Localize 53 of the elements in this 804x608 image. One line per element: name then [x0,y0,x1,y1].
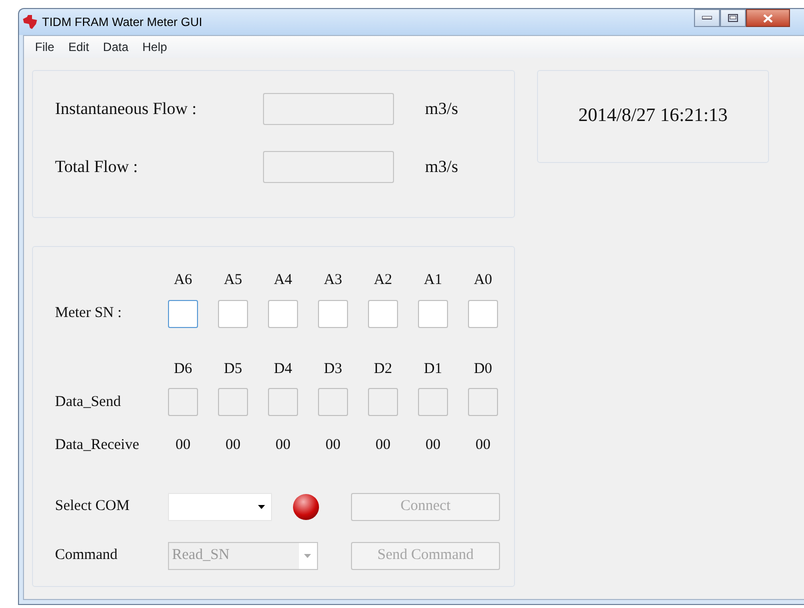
sn-input-field[interactable] [218,300,248,328]
received-value: 00 [174,436,192,455]
close-button[interactable] [746,9,790,27]
column-heading: A0 [472,271,494,290]
unit-label: m3/s [425,156,458,178]
unit-label: m3/s [425,98,458,120]
sn-input-field[interactable] [268,300,298,328]
window-title: TIDM FRAM Water Meter GUI [42,14,202,31]
row-label: Data_Receive [55,436,140,455]
row-label: Select COM [55,497,131,516]
close-icon [763,14,773,22]
sn-input-field[interactable] [418,300,448,328]
received-value: 00 [474,436,492,455]
column-heading: D4 [272,360,294,378]
sn-input-field[interactable] [368,300,398,328]
column-heading: A4 [272,271,294,290]
received-value: 00 [274,436,292,455]
maximize-button[interactable] [720,9,746,27]
column-heading: A5 [222,271,244,290]
row-label: Meter SN : [55,304,123,324]
row-label: Data_Send [55,392,122,412]
maximize-icon [728,14,738,22]
sn-input-field[interactable] [318,300,348,328]
row-label: Command [55,546,118,566]
minimize-button[interactable] [694,9,720,27]
menu-item[interactable]: File [28,38,62,56]
column-heading: D1 [422,360,444,378]
column-heading: D0 [472,360,494,378]
com-dropdown[interactable] [168,492,272,520]
column-heading: A3 [322,271,344,290]
app-logo-icon [22,15,38,29]
received-value: 00 [324,436,342,455]
received-value: 00 [424,436,442,455]
sn-input-field[interactable] [168,300,198,328]
sn-input-field[interactable] [468,300,498,328]
column-heading: A1 [422,271,444,290]
menu-item[interactable]: Edit [61,38,96,56]
received-value: 00 [374,436,392,455]
column-heading: A2 [372,271,394,290]
caret-icon [258,504,265,508]
caret-icon [304,554,311,558]
menu-item[interactable]: Data [96,38,136,56]
datetime-text: 2014/8/27 16:21:13 [578,104,728,128]
field-label: Total Flow : [55,156,139,178]
received-value: 00 [224,436,242,455]
column-heading: D5 [222,360,244,378]
column-heading: D3 [322,360,344,378]
column-heading: D6 [172,360,194,378]
column-heading: A6 [172,271,194,290]
menu-item[interactable]: Help [135,38,174,56]
minimize-icon [702,16,712,20]
field-label: Instantaneous Flow : [55,98,198,120]
column-heading: D2 [372,360,394,378]
